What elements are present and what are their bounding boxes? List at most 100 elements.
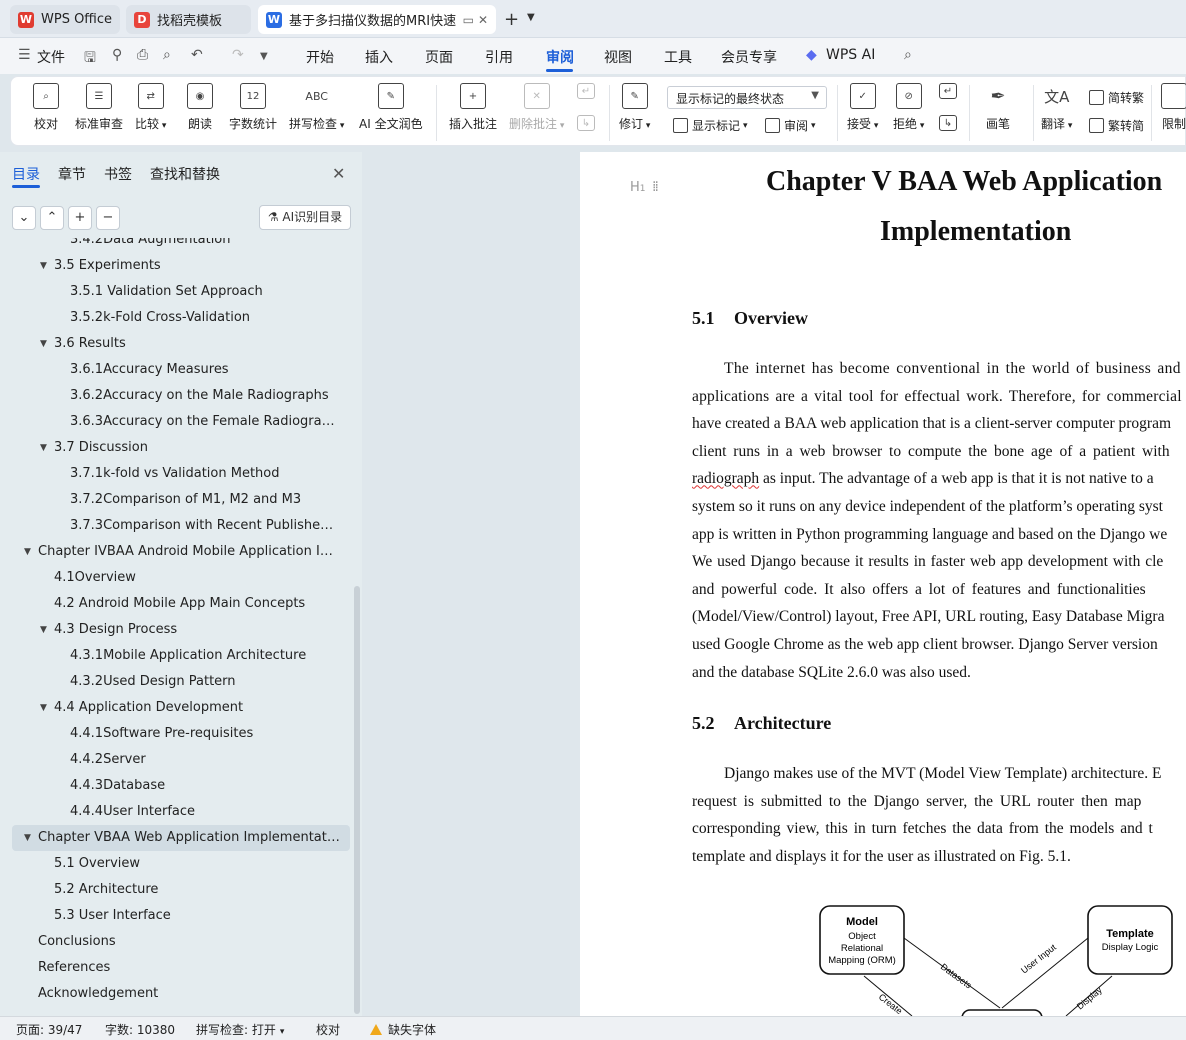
close-tab-icon[interactable]: ✕: [478, 13, 488, 27]
menu-file[interactable]: 文件: [37, 47, 65, 67]
menu-home[interactable]: 开始: [306, 47, 334, 67]
toc-item[interactable]: 3.6 Results: [54, 331, 126, 357]
accept-button[interactable]: ✓ 接受 ▾: [847, 83, 878, 132]
reject-button[interactable]: ⊘ 拒绝 ▾: [893, 83, 924, 132]
toc-item[interactable]: Acknowledgement: [38, 981, 158, 1007]
toc-item[interactable]: 4.3.2Used Design Pattern: [70, 669, 236, 695]
missing-font-status[interactable]: 缺失字体: [370, 1021, 436, 1038]
toc-item[interactable]: 3.4.2Data Augmentation: [70, 238, 231, 253]
menu-insert[interactable]: 插入: [365, 47, 393, 67]
toc-item[interactable]: 4.2 Android Mobile App Main Concepts: [54, 591, 305, 617]
nav-scrollbar[interactable]: [354, 586, 360, 1014]
read-aloud-button[interactable]: ◉ 朗读: [187, 83, 213, 132]
drag-handle-icon[interactable]: ⁞⁞: [652, 179, 659, 195]
toc-item[interactable]: 3.5.2k-Fold Cross-Validation: [70, 305, 250, 331]
revise-button[interactable]: ✎ 修订 ▾: [619, 83, 650, 132]
toc-item[interactable]: 3.6.3Accuracy on the Female Radiographs: [70, 409, 340, 435]
expand-caret-icon[interactable]: ▼: [40, 331, 47, 357]
show-markup-button[interactable]: 显示标记 ▾: [673, 117, 748, 134]
standard-review-button[interactable]: ☰ 标准审查: [75, 83, 123, 132]
toc-item[interactable]: 3.5 Experiments: [54, 253, 161, 279]
redo-icon[interactable]: ↷: [232, 47, 244, 63]
toc-item[interactable]: 3.7.2Comparison of M1, M2 and M3: [70, 487, 301, 513]
next-change-button[interactable]: ↳: [939, 115, 957, 137]
ai-toc-button[interactable]: ⚗ AI识别目录: [259, 205, 351, 230]
add-heading-button[interactable]: +: [68, 206, 92, 230]
toc-item[interactable]: 5.3 User Interface: [54, 903, 171, 929]
toc-item[interactable]: Conclusions: [38, 929, 116, 955]
nav-tab-find-replace[interactable]: 查找和替换: [150, 164, 220, 184]
toc-item[interactable]: 3.7.1k-fold vs Validation Method: [70, 461, 280, 487]
toc-item[interactable]: 5.1 Overview: [54, 851, 140, 877]
insert-comment-button[interactable]: + 插入批注: [449, 83, 497, 132]
toc-item[interactable]: 3.7.3Comparison with Recent Published Wo…: [70, 513, 340, 539]
menu-tools[interactable]: 工具: [664, 47, 692, 67]
proofread-button[interactable]: ⌕ 校对: [33, 83, 59, 132]
spelling-flag[interactable]: radiograph: [692, 470, 759, 487]
pin-icon[interactable]: ⚲: [112, 47, 122, 63]
spell-check-button[interactable]: ABC 拼写检查 ▾: [289, 83, 344, 132]
save-icon[interactable]: 🖫: [84, 47, 96, 71]
toc-item[interactable]: 4.4 Application Development: [54, 695, 243, 721]
toc-item[interactable]: 3.5.1 Validation Set Approach: [70, 279, 263, 305]
toc-item[interactable]: Chapter VBAA Web Application Implementat…: [38, 825, 340, 851]
print-preview-icon[interactable]: ⌕: [163, 47, 171, 63]
expand-caret-icon[interactable]: ▼: [40, 617, 47, 643]
print-icon[interactable]: ⎙: [137, 47, 148, 63]
search-icon[interactable]: ⌕: [904, 47, 912, 63]
screen-icon[interactable]: ▭: [463, 13, 474, 27]
menu-references[interactable]: 引用: [485, 47, 513, 67]
ai-polish-button[interactable]: ✎ AI 全文润色: [359, 83, 423, 132]
menu-review[interactable]: 审阅: [546, 47, 574, 67]
expand-up-button[interactable]: ⌃: [40, 206, 64, 230]
page-indicator[interactable]: 页面: 39/47: [16, 1021, 82, 1038]
prev-change-button[interactable]: ↵: [939, 83, 957, 105]
toc-item[interactable]: 5.2 Architecture: [54, 877, 158, 903]
toc-item[interactable]: 4.3.1Mobile Application Architecture: [70, 643, 306, 669]
toc-item[interactable]: 3.6.2Accuracy on the Male Radiographs: [70, 383, 329, 409]
toc-item[interactable]: 3.7 Discussion: [54, 435, 148, 461]
to-traditional-button[interactable]: 简转繁: [1089, 89, 1144, 106]
new-tab-icon[interactable]: +: [504, 9, 519, 30]
undo-icon[interactable]: ↶: [191, 47, 203, 63]
chevron-down-icon[interactable]: ▼: [260, 51, 268, 62]
tab-templates[interactable]: D 找稻壳模板: [126, 5, 251, 34]
toc-item[interactable]: 4.3 Design Process: [54, 617, 177, 643]
toc-item[interactable]: Chapter IVBAA Android Mobile Application…: [38, 539, 340, 565]
pen-button[interactable]: ✒ 画笔: [985, 83, 1011, 132]
chevron-down-icon[interactable]: ▼: [527, 12, 535, 23]
toc-item[interactable]: 4.4.1Software Pre-requisites: [70, 721, 253, 747]
restrict-button[interactable]: 限制: [1161, 83, 1186, 132]
toc-item[interactable]: 4.4.4User Interface: [70, 799, 195, 825]
toc-item[interactable]: 4.1Overview: [54, 565, 136, 591]
toc-item[interactable]: 3.6.1Accuracy Measures: [70, 357, 229, 383]
compare-button[interactable]: ⇄ 比较 ▾: [135, 83, 166, 132]
expand-caret-icon[interactable]: ▼: [40, 435, 47, 461]
to-simplified-button[interactable]: 繁转简: [1089, 117, 1144, 134]
menu-page[interactable]: 页面: [425, 47, 453, 67]
prev-comment-button[interactable]: ↵: [577, 83, 595, 105]
expand-caret-icon[interactable]: ▼: [24, 825, 31, 851]
toc-item[interactable]: 4.4.3Database: [70, 773, 165, 799]
document-page[interactable]: H1 ⁞⁞ Chapter V BAA Web Application Impl…: [580, 152, 1186, 1016]
delete-comment-button[interactable]: ✕ 删除批注 ▾: [509, 83, 564, 132]
toc-item[interactable]: References: [38, 955, 110, 981]
remove-heading-button[interactable]: −: [96, 206, 120, 230]
review-pane-button[interactable]: 审阅 ▾: [765, 117, 816, 134]
nav-tab-toc[interactable]: 目录: [12, 164, 40, 184]
tab-document[interactable]: W 基于多扫描仪数据的MRI快速 ▭ ✕: [258, 5, 496, 34]
collapse-all-button[interactable]: ⌄: [12, 206, 36, 230]
hamburger-icon[interactable]: ☰: [18, 47, 31, 63]
word-count-button[interactable]: 12 字数统计: [229, 83, 277, 132]
markup-mode-select[interactable]: 显示标记的最终状态 ▼: [667, 86, 827, 109]
menu-member[interactable]: 会员专享: [721, 47, 777, 67]
expand-caret-icon[interactable]: ▼: [40, 253, 47, 279]
expand-caret-icon[interactable]: ▼: [40, 695, 47, 721]
spell-check-status[interactable]: 拼写检查: 打开 ▾: [196, 1021, 284, 1038]
nav-tab-chapters[interactable]: 章节: [58, 164, 86, 184]
heading-marker-icon[interactable]: H1: [630, 180, 646, 195]
tab-wps-office[interactable]: W WPS Office: [10, 5, 120, 34]
expand-caret-icon[interactable]: ▼: [24, 539, 31, 565]
nav-tab-bookmarks[interactable]: 书签: [104, 164, 132, 184]
next-comment-button[interactable]: ↳: [577, 115, 595, 137]
